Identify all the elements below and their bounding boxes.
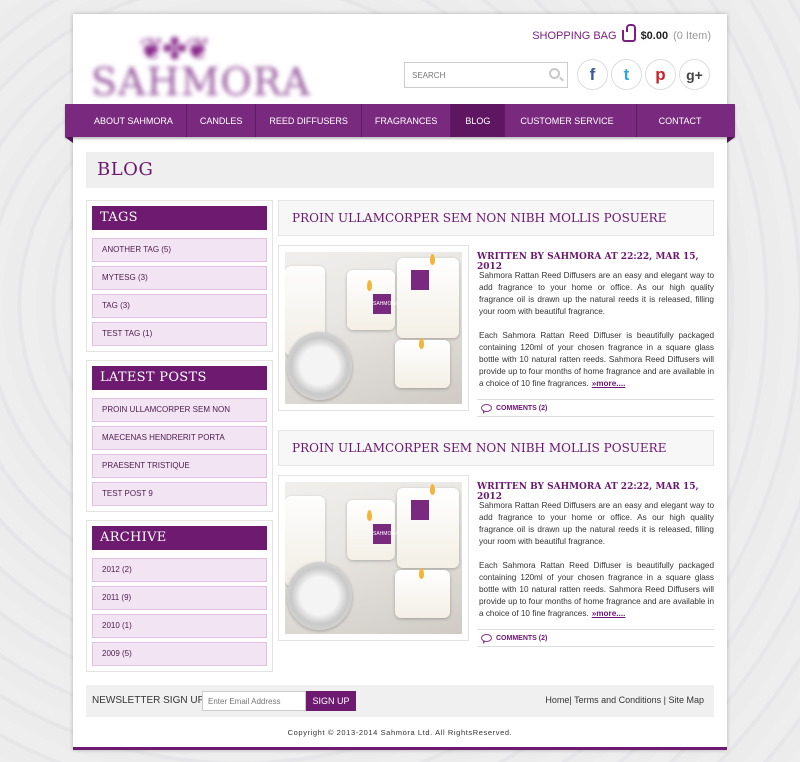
comments-link[interactable]: COMMENTS (2) xyxy=(477,399,714,417)
copyright: Copyright © 2013-2014 Sahmora Ltd. All R… xyxy=(287,728,513,737)
social-links: f t p g+ xyxy=(577,59,710,90)
post-image[interactable]: SAHMORA ​ xyxy=(278,475,469,641)
nav-customer-service[interactable]: CUSTOMER SERVICE xyxy=(505,104,637,137)
blog-post: PROIN ULLAMCORPER SEM NON NIBH MOLLIS PO… xyxy=(278,200,714,417)
latest-post-link[interactable]: PROIN ULLAMCORPER SEM NON xyxy=(92,398,267,422)
candles-photo: SAHMORA ​ xyxy=(285,482,462,634)
latest-post-link[interactable]: TEST POST 9 xyxy=(92,482,267,506)
nav-fragrances[interactable]: FRAGRANCES xyxy=(362,104,452,137)
search-icon[interactable] xyxy=(549,68,560,79)
latest-post-link[interactable]: MAECENAS HENDRERIT PORTA xyxy=(92,426,267,450)
newsletter-email-input[interactable] xyxy=(202,691,306,711)
comment-icon xyxy=(481,634,492,644)
newsletter-bar: NEWSLETTER SIGN UP SIGN UP Home| Terms a… xyxy=(86,685,714,717)
search-input[interactable] xyxy=(405,63,545,87)
post-image[interactable]: SAHMORA ​ xyxy=(278,245,469,411)
archive-link[interactable]: 2009 (5) xyxy=(92,642,267,666)
bag-amount: $0.00 xyxy=(640,30,669,42)
more-link[interactable]: »more.... xyxy=(592,379,626,388)
nav-candles[interactable]: CANDLES xyxy=(187,104,257,137)
page-title-bar: BLOG xyxy=(86,152,714,188)
tags-widget: TAGS ANOTHER TAG (5) MYTESG (3) TAG (3) … xyxy=(86,200,273,352)
candles-photo: SAHMORA ​ xyxy=(285,252,462,404)
post-meta: WRITTEN BY SAHMORA AT 22:22, MAR 15, 201… xyxy=(477,482,699,502)
bag-item-count: (0 Item) xyxy=(673,30,711,42)
pinterest-icon[interactable]: p xyxy=(645,59,676,90)
tag-item[interactable]: TAG (3) xyxy=(92,294,267,318)
shopping-bag-label[interactable]: SHOPPING BAG xyxy=(532,30,616,42)
page-container: ❦✤❦ SAHMORA SHOPPING BAG $0.00 (0 Item) … xyxy=(65,14,735,750)
newsletter-label: NEWSLETTER SIGN UP xyxy=(92,695,205,706)
search-box xyxy=(404,62,568,88)
shopping-bag[interactable]: SHOPPING BAG $0.00 (0 Item) xyxy=(532,24,711,42)
googleplus-icon[interactable]: g+ xyxy=(679,59,710,90)
latest-posts-title: LATEST POSTS xyxy=(92,366,267,390)
more-link[interactable]: »more.... xyxy=(592,609,626,618)
comments-count[interactable]: COMMENTS (2) xyxy=(496,405,547,412)
post-paragraph: Each Sahmora Rattan Reed Diffuser is bea… xyxy=(479,561,714,618)
archive-link[interactable]: 2010 (1) xyxy=(92,614,267,638)
post-title[interactable]: PROIN ULLAMCORPER SEM NON NIBH MOLLIS PO… xyxy=(278,200,714,236)
tag-item[interactable]: TEST TAG (1) xyxy=(92,322,267,346)
post-title[interactable]: PROIN ULLAMCORPER SEM NON NIBH MOLLIS PO… xyxy=(278,430,714,466)
tag-item[interactable]: ANOTHER TAG (5) xyxy=(92,238,267,262)
archive-link[interactable]: 2011 (9) xyxy=(92,586,267,610)
main-nav: ABOUT SAHMORA CANDLES REED DIFFUSERS FRA… xyxy=(65,104,735,143)
comments-link[interactable]: COMMENTS (2) xyxy=(477,629,714,647)
twitter-icon[interactable]: t xyxy=(611,59,642,90)
post-meta: WRITTEN BY SAHMORA AT 22:22, MAR 15, 201… xyxy=(477,252,699,272)
logo-text: SAHMORA xyxy=(91,60,311,104)
post-paragraph: Sahmora Rattan Reed Diffusers are an eas… xyxy=(479,501,714,546)
post-body: Sahmora Rattan Reed Diffusers are an eas… xyxy=(479,270,714,402)
nav-contact[interactable]: CONTACT xyxy=(637,104,727,137)
latest-posts-widget: LATEST POSTS PROIN ULLAMCORPER SEM NON M… xyxy=(86,360,273,512)
nav-reed-diffusers[interactable]: REED DIFFUSERS xyxy=(256,104,362,137)
page-title: BLOG xyxy=(97,159,154,180)
nav-blog[interactable]: BLOG xyxy=(451,104,506,137)
post-body: Sahmora Rattan Reed Diffusers are an eas… xyxy=(479,500,714,632)
logo[interactable]: ❦✤❦ SAHMORA xyxy=(91,32,310,112)
comment-icon xyxy=(481,404,492,414)
archive-title: ARCHIVE xyxy=(92,526,267,550)
post-paragraph: Sahmora Rattan Reed Diffusers are an eas… xyxy=(479,271,714,316)
post-paragraph: Each Sahmora Rattan Reed Diffuser is bea… xyxy=(479,331,714,388)
archive-widget: ARCHIVE 2012 (2) 2011 (9) 2010 (1) 2009 … xyxy=(86,520,273,672)
nav-about[interactable]: ABOUT SAHMORA xyxy=(65,104,187,137)
blog-post: PROIN ULLAMCORPER SEM NON NIBH MOLLIS PO… xyxy=(278,430,714,647)
archive-link[interactable]: 2012 (2) xyxy=(92,558,267,582)
footer-links[interactable]: Home| Terms and Conditions | Site Map xyxy=(545,695,704,705)
comments-count[interactable]: COMMENTS (2) xyxy=(496,635,547,642)
sign-up-button[interactable]: SIGN UP xyxy=(306,691,356,711)
facebook-icon[interactable]: f xyxy=(577,59,608,90)
latest-post-link[interactable]: PRAESENT TRISTIQUE xyxy=(92,454,267,478)
tag-item[interactable]: MYTESG (3) xyxy=(92,266,267,290)
tags-title: TAGS xyxy=(92,206,267,230)
basket-icon[interactable] xyxy=(621,24,636,42)
